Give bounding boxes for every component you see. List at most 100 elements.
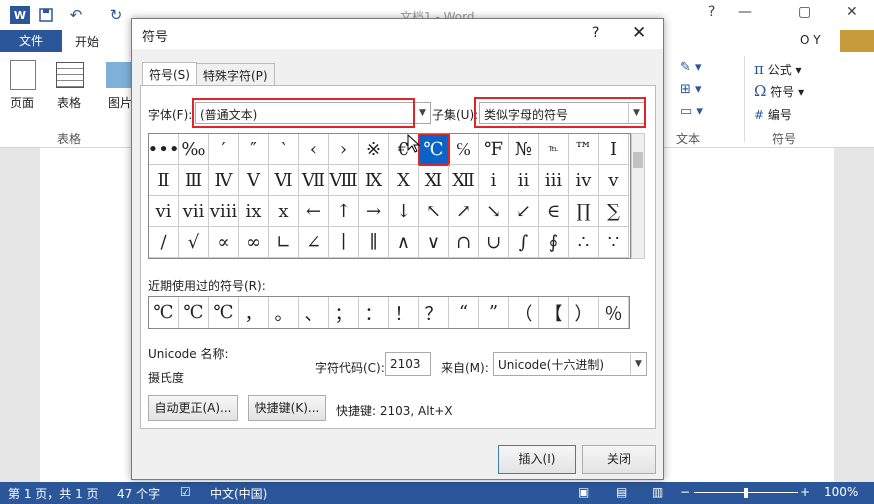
table-icon[interactable] bbox=[56, 62, 84, 88]
symbol-cell[interactable]: ⅲ bbox=[539, 165, 569, 196]
symbol-cell[interactable]: ∴ bbox=[569, 227, 599, 258]
symbol-cell[interactable]: Ⅲ bbox=[179, 165, 209, 196]
symbol-cell[interactable]: ∪ bbox=[479, 227, 509, 258]
symbol-cell[interactable]: ‰ bbox=[179, 134, 209, 165]
formula-button[interactable]: π 公式 ▾ bbox=[754, 60, 802, 78]
symbol-cell[interactable]: ‵ bbox=[269, 134, 299, 165]
recent-symbol-cell[interactable]: ％ bbox=[599, 297, 629, 328]
chevron-down-icon[interactable]: ▼ bbox=[414, 103, 430, 123]
scrollbar-thumb[interactable] bbox=[633, 152, 643, 168]
symbol-cell[interactable]: ∈ bbox=[539, 196, 569, 227]
user-name[interactable]: O Y bbox=[800, 33, 821, 47]
picture-icon[interactable] bbox=[106, 62, 132, 88]
print-layout-icon[interactable]: ▤ bbox=[616, 485, 627, 499]
recent-symbol-cell[interactable]: ！ bbox=[389, 297, 419, 328]
symbol-cell[interactable]: ∧ bbox=[389, 227, 419, 258]
read-mode-icon[interactable]: ▣ bbox=[578, 485, 589, 499]
word-count[interactable]: 47 个字 bbox=[117, 485, 160, 502]
tab-home[interactable]: 开始 bbox=[75, 33, 99, 50]
symbol-cell[interactable]: ℉ bbox=[479, 134, 509, 165]
recent-symbol-cell[interactable]: 、 bbox=[299, 297, 329, 328]
symbol-button[interactable]: Ω 符号 ▾ bbox=[754, 82, 804, 100]
language[interactable]: 中文(中国) bbox=[210, 485, 267, 502]
shortcut-key-button[interactable]: 快捷键(K)... bbox=[248, 395, 326, 421]
recent-symbol-cell[interactable]: （ bbox=[509, 297, 539, 328]
zoom-slider-thumb[interactable] bbox=[744, 488, 748, 498]
zoom-level[interactable]: 100% bbox=[824, 485, 858, 499]
help-icon[interactable]: ? bbox=[708, 4, 715, 20]
symbol-cell[interactable]: ∏ bbox=[569, 196, 599, 227]
restore-icon[interactable]: ▢ bbox=[798, 4, 811, 20]
symbol-cell[interactable]: ⅷ bbox=[209, 196, 239, 227]
symbol-cell[interactable]: № bbox=[509, 134, 539, 165]
tab-special-characters[interactable]: 特殊字符(P) bbox=[196, 63, 275, 85]
symbol-cell[interactable]: ⅸ bbox=[239, 196, 269, 227]
symbol-cell[interactable]: ∞ bbox=[239, 227, 269, 258]
dialog-close-icon[interactable]: ✕ bbox=[632, 23, 646, 43]
recent-symbol-cell[interactable]: “ bbox=[449, 297, 479, 328]
symbol-cell[interactable]: Ⅴ bbox=[239, 165, 269, 196]
symbol-cell[interactable]: ⅳ bbox=[569, 165, 599, 196]
autocorrect-button[interactable]: 自动更正(A)... bbox=[148, 395, 238, 421]
symbol-cell[interactable]: Ⅺ bbox=[419, 165, 449, 196]
zoom-out-button[interactable]: − bbox=[680, 485, 690, 499]
symbol-cell[interactable]: ∩ bbox=[449, 227, 479, 258]
symbol-cell[interactable]: ∠ bbox=[299, 227, 329, 258]
recent-symbol-cell[interactable]: ； bbox=[329, 297, 359, 328]
picture-button-label[interactable]: 图片 bbox=[108, 94, 132, 111]
symbol-cell[interactable]: › bbox=[329, 134, 359, 165]
symbol-cell[interactable]: ※ bbox=[359, 134, 389, 165]
symbol-cell[interactable]: ∕ bbox=[149, 227, 179, 258]
undo-icon[interactable]: ↶ bbox=[68, 6, 84, 24]
symbol-cell[interactable]: Ⅳ bbox=[209, 165, 239, 196]
recent-symbol-cell[interactable]: ： bbox=[359, 297, 389, 328]
symbol-cell[interactable]: ↓ bbox=[389, 196, 419, 227]
recent-symbol-cell[interactable]: ℃ bbox=[149, 297, 179, 328]
recent-symbol-cell[interactable]: ？ bbox=[419, 297, 449, 328]
symbol-cell[interactable]: ℡ bbox=[539, 134, 569, 165]
tab-symbols[interactable]: 符号(S) bbox=[142, 62, 197, 86]
symbol-cell[interactable]: ↑ bbox=[329, 196, 359, 227]
recent-symbol-cell[interactable]: ， bbox=[239, 297, 269, 328]
symbol-cell[interactable]: Ⅷ bbox=[329, 165, 359, 196]
user-avatar[interactable] bbox=[840, 30, 874, 52]
symbol-cell[interactable]: → bbox=[359, 196, 389, 227]
page-count[interactable]: 第 1 页，共 1 页 bbox=[8, 485, 99, 502]
recent-symbol-cell[interactable]: ℃ bbox=[209, 297, 239, 328]
symbol-grid-scrollbar[interactable] bbox=[631, 133, 645, 259]
symbol-cell[interactable]: Ⅹ bbox=[389, 165, 419, 196]
object-icon[interactable]: ▭ ▾ bbox=[680, 104, 703, 119]
symbol-cell[interactable]: Ⅰ bbox=[599, 134, 629, 165]
symbol-cell[interactable]: Ⅻ bbox=[449, 165, 479, 196]
proofing-icon[interactable]: ☑ bbox=[180, 485, 191, 499]
recent-symbol-cell[interactable]: 【 bbox=[539, 297, 569, 328]
numbering-button[interactable]: # 编号 bbox=[754, 106, 792, 123]
close-button[interactable]: 关闭 bbox=[582, 445, 656, 474]
symbol-cell[interactable]: ™ bbox=[569, 134, 599, 165]
symbol-cell[interactable]: ∑ bbox=[599, 196, 629, 227]
symbol-cell[interactable]: ••• bbox=[149, 134, 179, 165]
char-code-input[interactable]: 2103 bbox=[385, 352, 431, 376]
recent-symbol-cell[interactable]: ” bbox=[479, 297, 509, 328]
symbol-cell[interactable]: ⅵ bbox=[149, 196, 179, 227]
table-button-label[interactable]: 表格 bbox=[57, 94, 81, 111]
text-tools-icon[interactable]: ✎ ▾ bbox=[680, 60, 702, 75]
symbol-cell[interactable]: Ⅱ bbox=[149, 165, 179, 196]
symbol-cell[interactable]: ⅹ bbox=[269, 196, 299, 227]
symbol-cell[interactable]: √ bbox=[179, 227, 209, 258]
symbol-cell[interactable]: ⅱ bbox=[509, 165, 539, 196]
tab-file[interactable]: 文件 bbox=[0, 30, 62, 52]
symbol-cell[interactable]: ∫ bbox=[509, 227, 539, 258]
redo-icon[interactable]: ↻ bbox=[108, 6, 124, 24]
symbol-cell[interactable]: ∣ bbox=[329, 227, 359, 258]
page-icon[interactable] bbox=[10, 60, 36, 90]
recent-symbol-cell[interactable]: ℃ bbox=[179, 297, 209, 328]
symbol-cell[interactable]: ∥ bbox=[359, 227, 389, 258]
symbol-cell[interactable]: ↖ bbox=[419, 196, 449, 227]
recent-symbol-cell[interactable]: ） bbox=[569, 297, 599, 328]
signature-icon[interactable]: ⊞ ▾ bbox=[680, 82, 702, 97]
zoom-in-button[interactable]: + bbox=[800, 485, 810, 499]
symbol-cell[interactable]: Ⅶ bbox=[299, 165, 329, 196]
symbol-cell[interactable]: ⅶ bbox=[179, 196, 209, 227]
insert-button[interactable]: 插入(I) bbox=[498, 445, 576, 474]
